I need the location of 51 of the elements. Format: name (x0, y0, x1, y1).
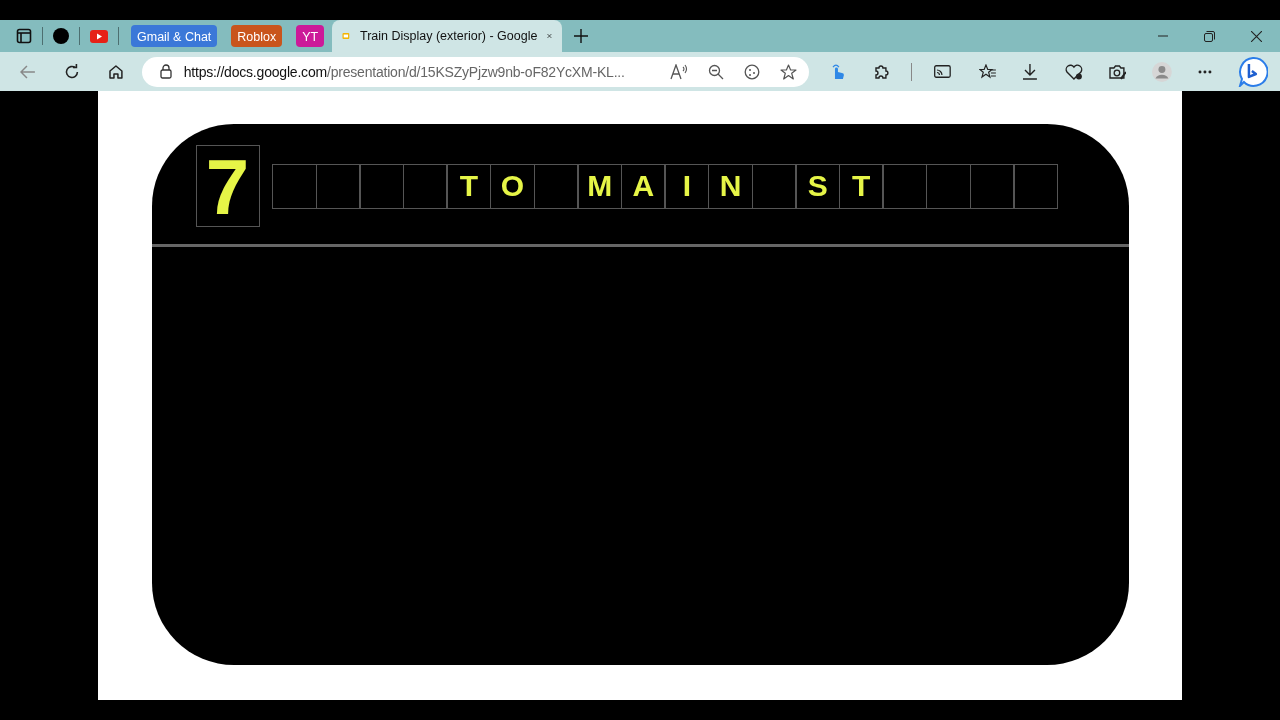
blank-cell (1013, 163, 1059, 209)
blank-cell (402, 163, 448, 209)
blank-cell (315, 163, 361, 209)
chat-bubble-icon[interactable] (1238, 56, 1268, 87)
letter-cell: O (489, 163, 536, 209)
address-bar[interactable]: https://docs.google.com/presentation/d/15KSZyPjzw9nb-oF82YcXM-KL... (141, 56, 810, 87)
blank-cell (533, 163, 579, 209)
tab-group[interactable]: Gmail & Chat (131, 25, 218, 47)
puzzle-icon[interactable] (873, 63, 890, 80)
download-icon[interactable] (1022, 63, 1037, 80)
favorites-icon[interactable] (978, 63, 997, 80)
blank-cell (969, 163, 1015, 209)
lock-icon (159, 64, 172, 79)
read-aloud-icon[interactable] (670, 63, 689, 80)
sidebar-icon[interactable] (16, 28, 32, 44)
letter-cell: T (838, 163, 884, 209)
more-icon[interactable] (1198, 69, 1213, 74)
star-icon[interactable] (780, 63, 798, 80)
tab-group[interactable]: YT (296, 25, 325, 47)
url-text: https://docs.google.com/presentation/d/15KSZyPjzw9nb-oF82YcXM-KL... (183, 63, 626, 80)
zoom-out-icon[interactable] (708, 63, 725, 80)
letter-cell: S (795, 163, 841, 209)
circle-tab-icon[interactable] (53, 28, 69, 44)
tab-group[interactable]: Roblox (231, 25, 283, 47)
letter-cell: I (664, 163, 710, 209)
blank-cell (359, 163, 405, 209)
letter-cell: N (707, 163, 754, 209)
route-number: 7 (195, 145, 260, 227)
letter-cell: T (446, 163, 492, 209)
close-icon[interactable] (1251, 30, 1262, 42)
tab-title: Train Display (exterior) - Google (360, 29, 538, 43)
back-icon[interactable] (20, 64, 36, 79)
cookie-icon[interactable] (744, 63, 761, 80)
profile-icon[interactable] (1152, 61, 1173, 82)
heart-pulse-icon[interactable] (1064, 63, 1083, 80)
hand-pointer-icon[interactable] (831, 63, 846, 80)
blank-cell (882, 163, 928, 209)
camera-edit-icon[interactable] (1108, 63, 1127, 80)
new-tab-icon[interactable] (574, 29, 589, 43)
blank-cell (925, 163, 971, 209)
restore-icon[interactable] (1204, 30, 1215, 42)
home-icon[interactable] (107, 63, 124, 80)
video-play-icon[interactable] (90, 29, 108, 43)
letter-cell: A (620, 163, 666, 209)
blank-cell (751, 163, 797, 209)
blank-cell (272, 163, 318, 209)
letter-cell: M (577, 163, 623, 209)
cast-icon[interactable] (934, 65, 951, 78)
close-icon[interactable] (547, 31, 553, 41)
browser-tab[interactable]: Train Display (exterior) - Google (332, 20, 563, 52)
reload-icon[interactable] (63, 63, 80, 80)
